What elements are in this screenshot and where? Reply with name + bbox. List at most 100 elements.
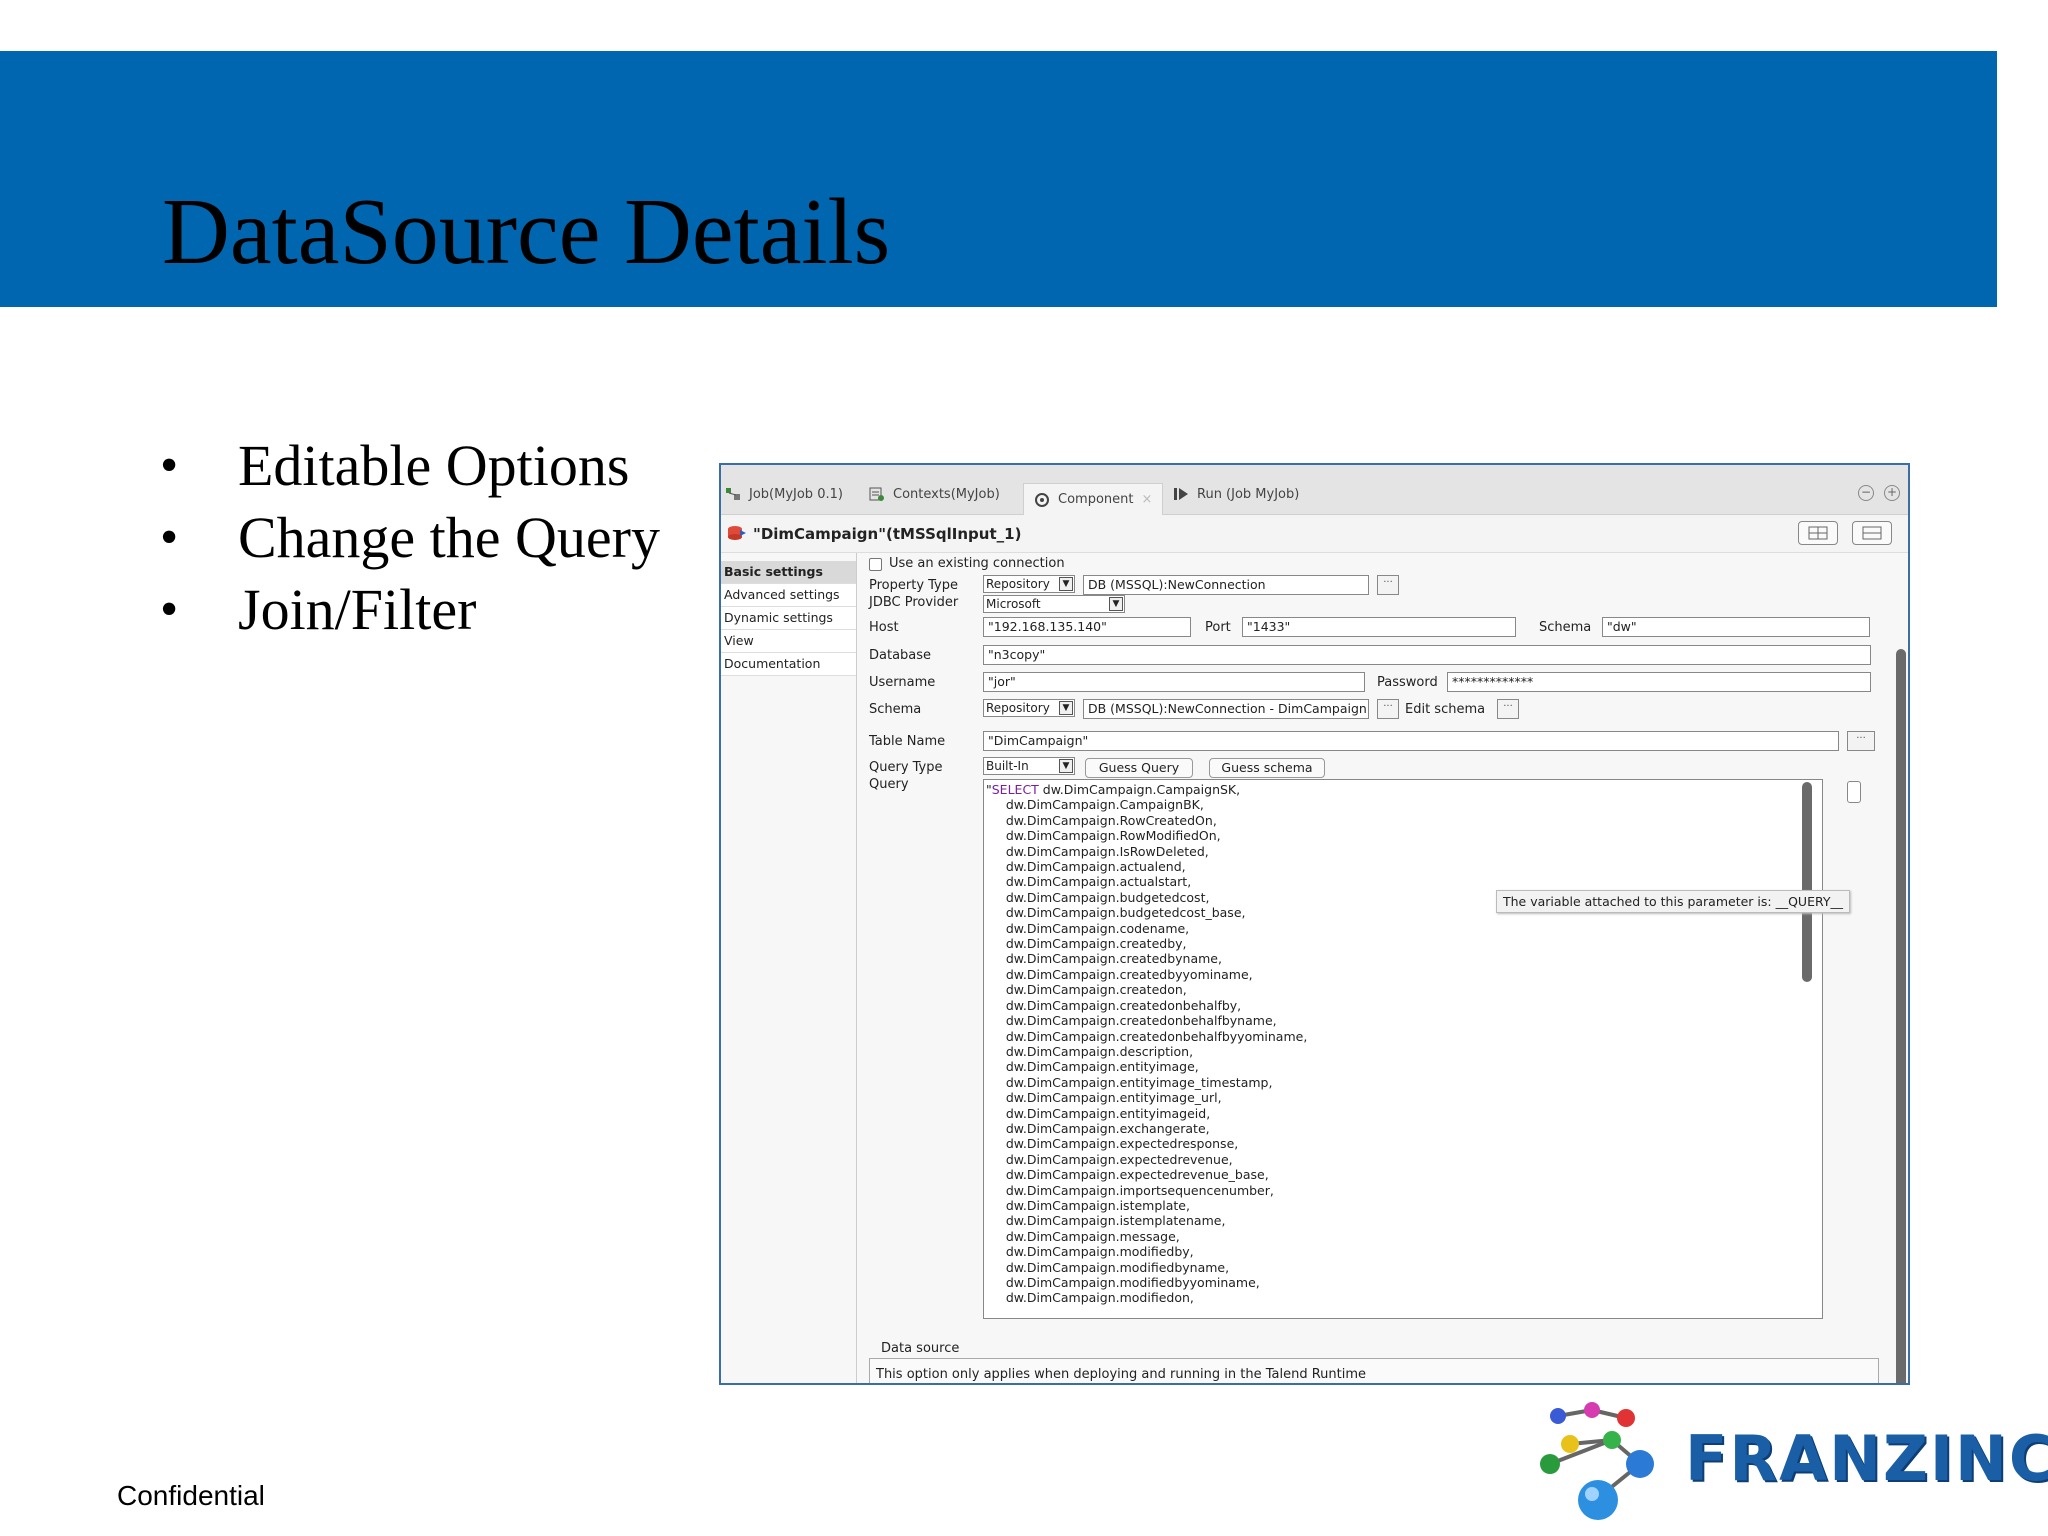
schema-label: Schema xyxy=(1539,620,1592,635)
close-icon[interactable]: × xyxy=(1141,492,1152,507)
password-input[interactable]: ************* xyxy=(1447,672,1871,692)
query-line: dw.DimCampaign.entityimage_url, xyxy=(986,1090,1222,1106)
grid-icon xyxy=(1808,526,1828,540)
edit-schema-button[interactable]: ··· xyxy=(1497,699,1519,719)
schema-input[interactable]: "dw" xyxy=(1602,617,1870,637)
sql-keyword: SELECT xyxy=(991,782,1039,797)
bullet-list: Editable Options Change the Query Join/F… xyxy=(160,430,660,646)
table-name-browse-button[interactable]: ··· xyxy=(1847,731,1875,751)
query-line: dw.DimCampaign.entityimage, xyxy=(986,1059,1199,1075)
query-line: dw.DimCampaign.createdbyname, xyxy=(986,951,1222,967)
query-line: dw.DimCampaign.budgetedcost_base, xyxy=(986,905,1246,921)
tab-run[interactable]: Run (Job MyJob) xyxy=(1173,481,1299,507)
query-line: dw.DimCampaign.entityimageid, xyxy=(986,1105,1211,1121)
component-icon xyxy=(1034,492,1050,507)
grid-view-button[interactable] xyxy=(1798,521,1838,545)
sidebar-item-view[interactable]: View xyxy=(721,630,856,653)
tab-component[interactable]: Component × xyxy=(1023,483,1164,515)
query-line: dw.DimCampaign.codename, xyxy=(986,920,1190,936)
query-line: dw.DimCampaign.budgetedcost, xyxy=(986,889,1210,905)
bullet-item: Editable Options xyxy=(160,430,660,502)
bullet-item: Join/Filter xyxy=(160,574,660,646)
molecule-icon xyxy=(1540,1402,1654,1520)
query-line: dw.DimCampaign.modifiedbyyominame, xyxy=(986,1275,1260,1290)
maximize-icon[interactable]: + xyxy=(1884,485,1900,501)
use-existing-connection-label: Use an existing connection xyxy=(889,556,1065,571)
run-icon xyxy=(1173,487,1189,501)
database-input[interactable]: "n3copy" xyxy=(983,645,1871,665)
query-line: dw.DimCampaign.actualend, xyxy=(986,859,1186,875)
jdbc-provider-select[interactable]: Microsoft ▼ xyxy=(983,595,1125,613)
query-text[interactable]: "SELECT dw.DimCampaign.CampaignSK, dw.Di… xyxy=(986,782,1307,1306)
schema-connection-field[interactable]: DB (MSSQL):NewConnection - DimCampaign xyxy=(1083,699,1369,719)
property-type-connection-field[interactable]: DB (MSSQL):NewConnection xyxy=(1083,575,1369,595)
data-source-note: This option only applies when deploying … xyxy=(876,1367,1367,1382)
bullet-item: Change the Query xyxy=(160,502,660,574)
edit-schema-label: Edit schema xyxy=(1405,702,1486,717)
username-label: Username xyxy=(869,675,936,690)
mssql-input-icon xyxy=(727,525,747,541)
query-line: dw.DimCampaign.entityimage_timestamp, xyxy=(986,1074,1273,1090)
query-type-value: Built-In xyxy=(986,759,1029,773)
logo-wordmark: FRANZINC. xyxy=(1685,1422,2048,1495)
list-icon xyxy=(1862,526,1882,540)
query-line: dw.DimCampaign.expectedresponse, xyxy=(986,1136,1239,1152)
table-name-input[interactable]: "DimCampaign" xyxy=(983,731,1839,751)
query-line: dw.DimCampaign.createdon, xyxy=(986,982,1187,998)
slide-title: DataSource Details xyxy=(162,180,891,284)
property-type-browse-button[interactable]: ··· xyxy=(1377,575,1399,595)
use-existing-connection-checkbox[interactable] xyxy=(869,558,882,571)
list-view-button[interactable] xyxy=(1852,521,1892,545)
query-line: dw.DimCampaign.createdby, xyxy=(986,936,1187,952)
franz-logo: FRANZINC. xyxy=(1530,1396,2048,1526)
jdbc-provider-value: Microsoft xyxy=(986,597,1041,611)
username-input[interactable]: "jor" xyxy=(983,672,1365,692)
query-line: dw.DimCampaign.CampaignBK, xyxy=(986,797,1204,813)
view-tab-bar: Job(MyJob 0.1) Contexts(MyJob) Component… xyxy=(721,465,1908,515)
jdbc-provider-label: JDBC Provider xyxy=(869,595,959,610)
query-editor[interactable]: "SELECT dw.DimCampaign.CampaignSK, dw.Di… xyxy=(983,779,1850,1319)
schema-type-select[interactable]: Repository ▼ xyxy=(983,699,1075,717)
query-line: dw.DimCampaign.createdonbehalfbyyominame… xyxy=(986,1028,1308,1044)
query-line: dw.DimCampaign.createdonbehalfbyname, xyxy=(986,1013,1277,1029)
contexts-icon xyxy=(869,487,885,501)
schema-browse-button[interactable]: ··· xyxy=(1377,699,1399,719)
query-line: dw.DimCampaign.actualstart, xyxy=(986,874,1192,890)
sidebar-item-basic-settings[interactable]: Basic settings xyxy=(721,561,856,584)
query-line: dw.DimCampaign.createdonbehalfby, xyxy=(986,997,1242,1013)
query-line: dw.DimCampaign.istemplate, xyxy=(986,1197,1190,1213)
property-type-select[interactable]: Repository ▼ xyxy=(983,575,1075,593)
property-type-value: Repository xyxy=(986,577,1050,591)
host-input[interactable]: "192.168.135.140" xyxy=(983,617,1191,637)
data-source-label: Data source xyxy=(881,1341,960,1356)
tab-job[interactable]: Job(MyJob 0.1) xyxy=(725,481,843,507)
minimize-icon[interactable]: − xyxy=(1858,485,1874,501)
query-line: dw.DimCampaign.modifiedby, xyxy=(986,1244,1194,1260)
sidebar-item-documentation[interactable]: Documentation xyxy=(721,653,856,676)
query-type-label: Query Type xyxy=(869,760,943,775)
password-label: Password xyxy=(1377,675,1438,690)
query-line: dw.DimCampaign.expectedrevenue, xyxy=(986,1151,1233,1167)
component-header: "DimCampaign"(tMSSqlInput_1) xyxy=(721,515,1908,553)
tab-contexts[interactable]: Contexts(MyJob) xyxy=(869,481,1000,507)
query-line: dw.DimCampaign.message, xyxy=(986,1228,1180,1244)
query-scrollbar[interactable] xyxy=(1802,782,1812,982)
query-line: dw.DimCampaign.description, xyxy=(986,1043,1194,1059)
component-title: "DimCampaign"(tMSSqlInput_1) xyxy=(753,525,1022,543)
guess-query-button[interactable]: Guess Query xyxy=(1085,758,1193,778)
tab-contexts-label: Contexts(MyJob) xyxy=(893,486,1000,502)
talend-component-panel: Job(MyJob 0.1) Contexts(MyJob) Component… xyxy=(719,463,1910,1385)
sidebar-item-dynamic-settings[interactable]: Dynamic settings xyxy=(721,607,856,630)
guess-schema-button[interactable]: Guess schema xyxy=(1209,758,1325,778)
expand-query-button[interactable] xyxy=(1847,781,1861,803)
sidebar-item-advanced-settings[interactable]: Advanced settings xyxy=(721,584,856,607)
query-type-select[interactable]: Built-In ▼ xyxy=(983,757,1075,775)
port-input[interactable]: "1433" xyxy=(1242,617,1516,637)
property-type-label: Property Type xyxy=(869,578,959,593)
port-label: Port xyxy=(1205,620,1231,635)
dropdown-arrow-icon: ▼ xyxy=(1059,701,1073,715)
host-label: Host xyxy=(869,620,899,635)
form-scrollbar[interactable] xyxy=(1896,649,1906,1383)
query-line: "SELECT dw.DimCampaign.CampaignSK, xyxy=(986,782,1241,797)
tab-job-label: Job(MyJob 0.1) xyxy=(749,486,843,502)
